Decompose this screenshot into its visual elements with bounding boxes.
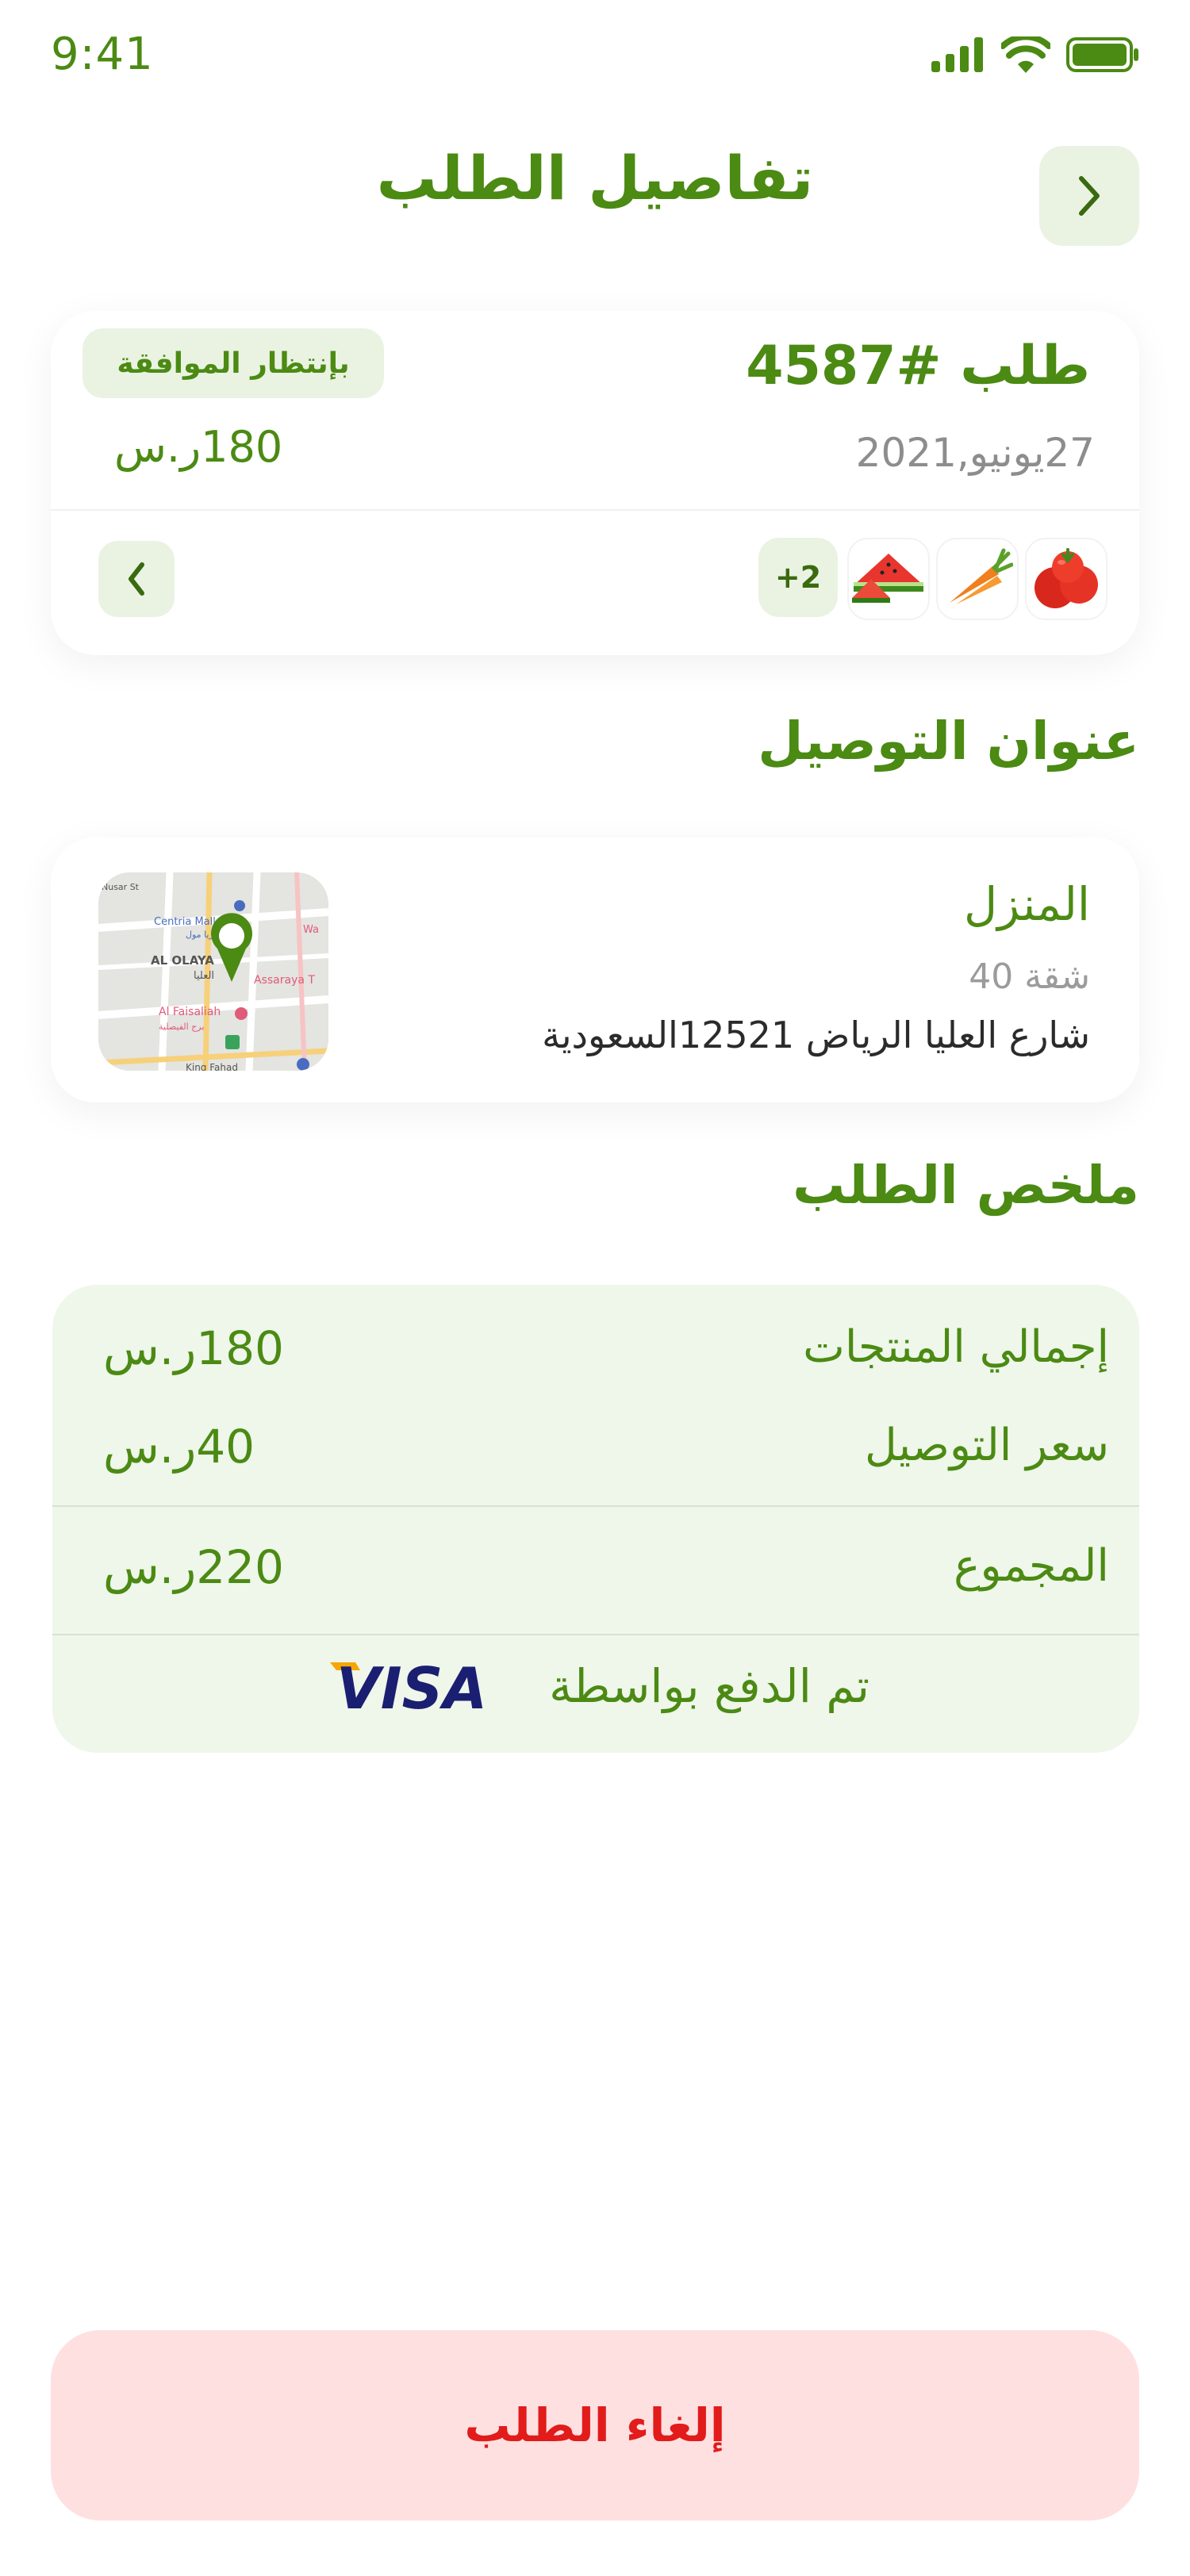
cancel-order-button[interactable]: إلغاء الطلب <box>51 2330 1139 2520</box>
visa-wordmark: VISA <box>336 1655 487 1718</box>
more-items-badge[interactable]: +2 <box>758 538 838 617</box>
product-thumbnail <box>936 538 1019 620</box>
visa-icon: VISA <box>330 1655 487 1722</box>
order-number: طلب #4587 <box>746 335 1090 397</box>
map-label: AL OLAYA <box>151 953 214 968</box>
order-price: 180ر.س <box>114 422 283 472</box>
map-label: Assaraya T <box>254 974 315 987</box>
status-time: 9:41 <box>51 29 154 80</box>
delivery-section-title: عنوان التوصيل <box>758 711 1139 772</box>
product-thumbnail <box>1025 538 1107 620</box>
address-card[interactable]: المنزل شقة 40 شارع العليا الرياض 12521ال… <box>51 838 1139 1102</box>
watermelon-icon <box>852 554 923 603</box>
map-label: King Fahad <box>186 1062 238 1071</box>
address-street: شارع العليا الرياض 12521السعودية <box>542 1014 1090 1056</box>
products-total-value: 180ر.س <box>103 1321 284 1375</box>
summary-section-title: ملخص الطلب <box>793 1155 1139 1216</box>
map-label: Nusar St <box>102 882 140 892</box>
address-apartment: شقة 40 <box>969 956 1090 997</box>
page-title: تفاصيل الطلب <box>376 143 814 213</box>
status-badge: بإنتظار الموافقة <box>83 328 384 398</box>
battery-icon <box>1066 37 1138 72</box>
product-thumbnail <box>847 538 930 620</box>
summary-card: إجمالي المنتجات 180ر.س سعر التوصيل 40ر.س… <box>52 1285 1139 1753</box>
tomato-icon <box>1035 548 1098 608</box>
chevron-left-icon <box>129 562 144 596</box>
chevron-right-icon <box>1079 176 1100 216</box>
map-label: Wa <box>303 924 319 936</box>
back-button[interactable] <box>1039 146 1139 246</box>
delivery-fee-value: 40ر.س <box>103 1420 255 1474</box>
divider <box>52 1634 1139 1635</box>
delivery-fee-label: سعر التوصيل <box>865 1420 1109 1471</box>
map-label: Al Faisaliah <box>159 1006 221 1018</box>
carrot-icon <box>950 548 1013 604</box>
order-date: 27يونيو,2021 <box>855 430 1095 476</box>
status-icons <box>930 36 1139 73</box>
grand-total-value: 220ر.س <box>103 1540 284 1594</box>
map-label: برج الفيصلية <box>159 1022 204 1032</box>
map-image: Nusar St Centria Mall سنتريا مول AL OLAY… <box>98 872 328 1071</box>
divider <box>51 509 1139 511</box>
map-thumbnail[interactable]: Nusar St Centria Mall سنتريا مول AL OLAY… <box>98 872 328 1071</box>
map-label: العليا <box>194 970 214 982</box>
wifi-icon <box>1001 36 1050 73</box>
map-label: Centria Mall <box>154 916 216 928</box>
visa-logo: VISA <box>328 1654 495 1722</box>
address-name: المنزل <box>964 877 1090 931</box>
grand-total-label: المجموع <box>954 1540 1109 1592</box>
order-card[interactable]: طلب #4587 بإنتظار الموافقة 27يونيو,2021 … <box>51 311 1139 655</box>
signal-icon <box>931 37 983 72</box>
divider <box>52 1505 1139 1507</box>
items-expand-button[interactable] <box>98 541 175 617</box>
products-total-label: إجمالي المنتجات <box>803 1321 1109 1373</box>
payment-label: تم الدفع بواسطة <box>549 1659 869 1713</box>
